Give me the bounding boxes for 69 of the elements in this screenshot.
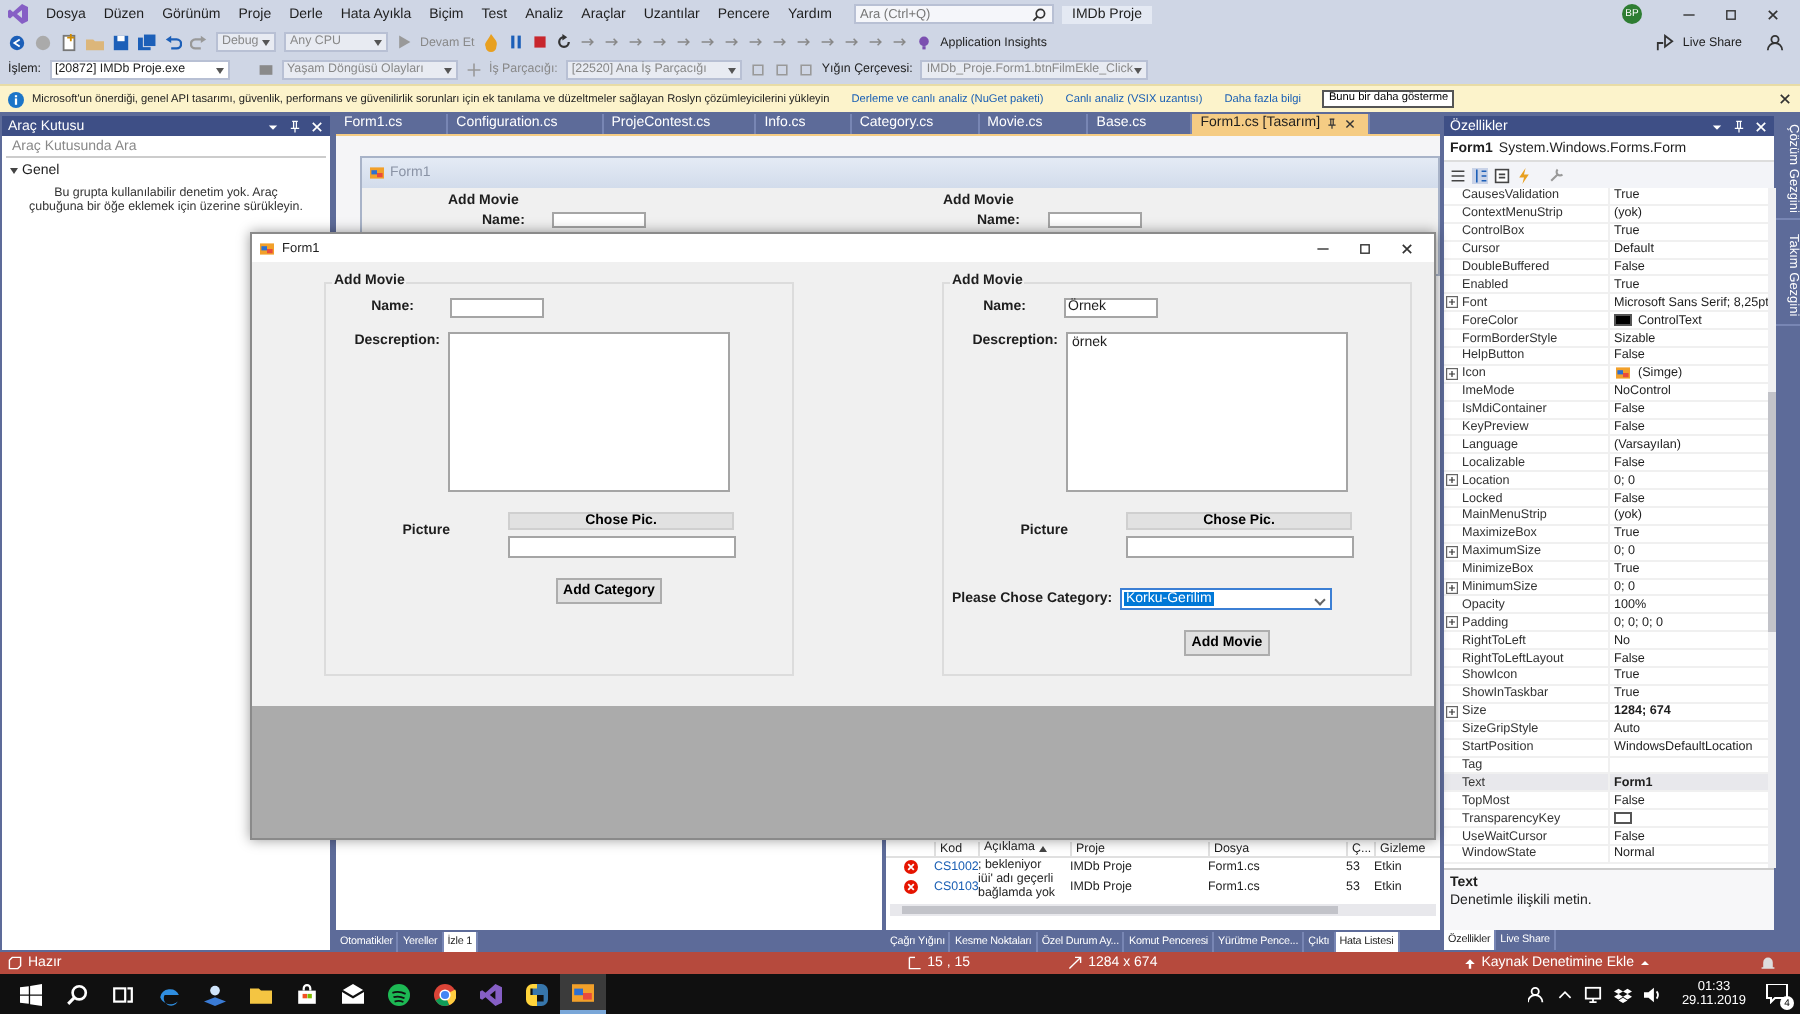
close-icon[interactable] (1778, 92, 1792, 106)
folder-icon[interactable] (250, 983, 272, 1005)
form-icon[interactable] (572, 981, 594, 1003)
pause-icon[interactable] (508, 34, 525, 50)
lightbulb-icon[interactable] (916, 33, 933, 51)
expand-icon[interactable] (1446, 367, 1458, 380)
expand-icon[interactable] (1446, 705, 1458, 718)
ready-icon (8, 956, 22, 970)
caret-icon[interactable] (1640, 958, 1650, 968)
info-icon (8, 91, 24, 107)
people-icon[interactable] (1527, 985, 1546, 1003)
volume-icon[interactable] (1643, 985, 1662, 1003)
dropbox-icon[interactable] (1613, 985, 1632, 1003)
bell-icon[interactable] (1760, 955, 1776, 971)
search-icon[interactable] (66, 983, 88, 1005)
vs-logo-icon[interactable] (480, 983, 502, 1005)
maximize-icon[interactable] (1724, 7, 1738, 21)
up-arrow-icon[interactable] (1463, 957, 1476, 969)
close-icon[interactable] (1766, 7, 1780, 21)
description-field[interactable] (448, 332, 730, 492)
notification-icon[interactable] (1766, 984, 1788, 1004)
close-icon[interactable] (1400, 241, 1414, 255)
edge-icon[interactable] (158, 983, 180, 1005)
horizontal-scrollbar[interactable] (890, 904, 1436, 916)
task-view-icon[interactable] (112, 983, 134, 1005)
name-field[interactable] (450, 298, 544, 318)
sort-arrow-icon[interactable] (1038, 844, 1049, 854)
spotify-icon[interactable] (388, 983, 410, 1005)
vs-logo-icon (8, 4, 28, 24)
chrome-icon[interactable] (434, 983, 456, 1005)
text-field[interactable] (552, 212, 647, 228)
error-icon (903, 880, 917, 894)
form-icon (260, 241, 274, 255)
expand-icon[interactable] (1446, 296, 1458, 309)
expand-icon[interactable] (1446, 616, 1458, 629)
network-icon[interactable] (1583, 985, 1602, 1003)
store-icon[interactable] (296, 983, 318, 1005)
windows-start-icon[interactable] (20, 983, 42, 1005)
categorized-icon[interactable] (1450, 167, 1466, 183)
save-icon[interactable] (112, 33, 130, 51)
people-icon[interactable] (204, 983, 226, 1005)
envelope-icon[interactable] (342, 983, 364, 1005)
pin-icon[interactable] (1326, 118, 1339, 130)
back-arrow-icon[interactable] (8, 33, 26, 51)
expand-icon[interactable] (1446, 474, 1458, 487)
expand-icon[interactable] (1446, 545, 1458, 558)
close-icon[interactable] (1344, 118, 1357, 130)
alphabetical-icon[interactable] (1472, 167, 1488, 183)
stop-icon[interactable] (532, 34, 549, 50)
share-icon[interactable] (1656, 33, 1675, 51)
form-icon (370, 166, 384, 180)
python-icon[interactable] (526, 983, 548, 1005)
picture-path-field[interactable] (508, 536, 736, 558)
properties-icon[interactable] (1494, 167, 1510, 183)
save-all-icon[interactable] (138, 33, 156, 51)
expand-icon[interactable] (1446, 581, 1458, 594)
text-field[interactable] (1047, 212, 1142, 228)
position-icon (907, 956, 922, 970)
maximize-icon[interactable] (1358, 241, 1372, 255)
form-icon (1614, 366, 1632, 381)
size-icon (1068, 956, 1083, 970)
vertical-scrollbar[interactable] (1768, 188, 1777, 868)
new-project-icon[interactable] (60, 33, 78, 51)
wrench-icon[interactable] (1548, 167, 1564, 183)
chevron-up-icon[interactable] (1557, 987, 1572, 1001)
picture-path-field[interactable] (1126, 536, 1354, 558)
person-icon[interactable] (1766, 33, 1784, 51)
restart-icon[interactable] (556, 34, 573, 50)
undo-icon[interactable] (164, 33, 182, 51)
